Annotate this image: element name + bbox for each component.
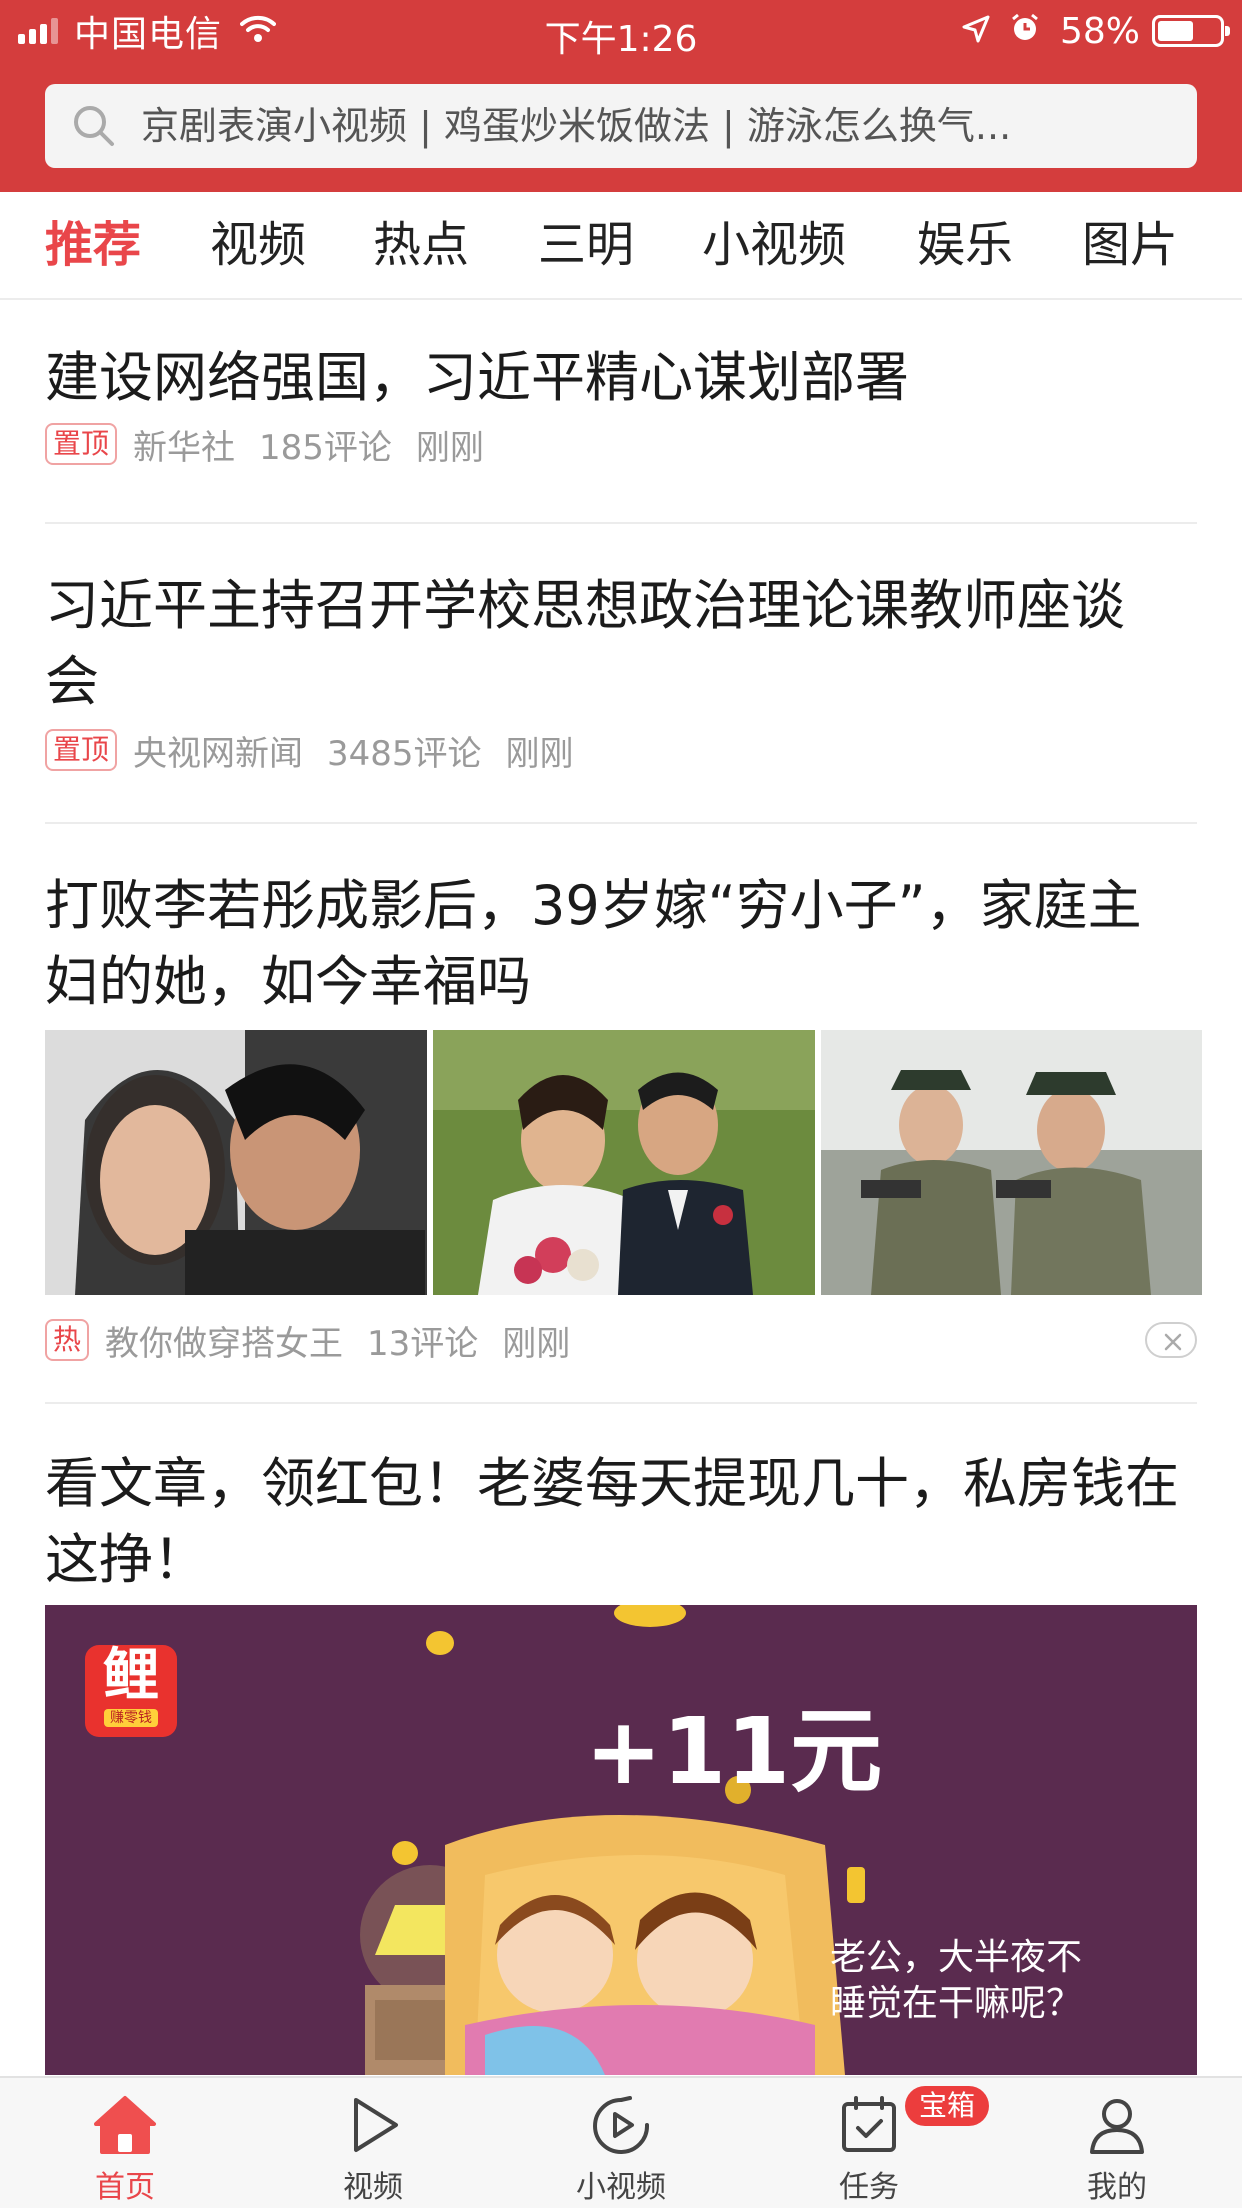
tab-video[interactable]: 视频 <box>210 192 306 298</box>
news-source: 新华社 <box>133 427 236 468</box>
news-item[interactable]: 习近平主持召开学校思想政治理论课教师座谈会 置顶 央视网新闻 3485评论 刚刚 <box>45 568 1197 774</box>
comment-count: 3485评论 <box>327 733 482 774</box>
news-source: 教你做穿搭女王 <box>105 1323 344 1364</box>
news-source: 央视网新闻 <box>133 733 304 774</box>
tab-recommend[interactable]: 推荐 <box>45 192 141 298</box>
publish-time: 刚刚 <box>502 1323 571 1364</box>
pinned-badge: 置顶 <box>45 729 118 771</box>
comment-count: 185评论 <box>259 427 392 468</box>
pinned-badge: 置顶 <box>45 423 118 465</box>
treasure-chest-badge[interactable]: 宝箱 <box>905 2086 990 2126</box>
ad-banner[interactable]: 鲤 赚零钱 +11元 老公，大半夜不 睡觉在干嘛呢？ <box>45 1605 1197 2075</box>
publish-time: 刚刚 <box>505 733 574 774</box>
nav-short-video[interactable]: 小视频 <box>541 2078 701 2208</box>
comment-count: 13评论 <box>367 1323 479 1364</box>
close-icon <box>1164 1333 1182 1351</box>
header: 中国电信 下午1:26 58% 京剧表演小视频 | 鸡蛋炒米饭做法 | 游泳怎么… <box>0 0 1242 192</box>
search-icon <box>71 103 117 153</box>
status-right: 58% <box>962 10 1230 52</box>
banner-amount: +11元 <box>585 1698 883 1805</box>
nav-video[interactable]: 视频 <box>293 2078 453 2208</box>
news-photo[interactable] <box>821 1030 1202 1295</box>
tab-short-video[interactable]: 小视频 <box>702 192 846 298</box>
news-title[interactable]: 打败李若彤成影后，39岁嫁“穷小子”，家庭主妇的她，如今幸福吗 <box>45 868 1185 1020</box>
nav-home[interactable]: 首页 <box>45 2078 205 2208</box>
tab-sanming[interactable]: 三明 <box>538 192 634 298</box>
battery-percent: 58% <box>1059 10 1140 52</box>
search-input-placeholder[interactable]: 京剧表演小视频 | 鸡蛋炒米饭做法 | 游泳怎么换气... <box>141 84 1157 168</box>
news-meta-row: 热 教你做穿搭女王 13评论 刚刚 <box>45 1316 1197 1364</box>
tab-hot[interactable]: 热点 <box>373 192 469 298</box>
status-bar: 中国电信 下午1:26 58% <box>0 0 1242 62</box>
task-icon <box>838 2094 900 2160</box>
banner-quote: 老公，大半夜不 睡觉在干嘛呢？ <box>830 1937 1083 2024</box>
short-video-icon <box>590 2094 652 2160</box>
news-item[interactable]: 打败李若彤成影后，39岁嫁“穷小子”，家庭主妇的她，如今幸福吗 <box>45 868 1197 1020</box>
brand-logo: 鲤 赚零钱 <box>85 1645 177 1737</box>
divider <box>45 822 1197 824</box>
alarm-icon <box>1010 11 1040 52</box>
tab-pictures[interactable]: 图片 <box>1082 192 1178 298</box>
publish-time: 刚刚 <box>415 427 484 468</box>
news-title[interactable]: 建设网络强国，习近平精心谋划部署 <box>45 340 1197 416</box>
tab-entertainment[interactable]: 娱乐 <box>917 192 1013 298</box>
ad-item[interactable]: 看文章，领红包！老婆每天提现几十，私房钱在这挣！ <box>45 1446 1197 1598</box>
news-photo[interactable] <box>45 1030 427 1295</box>
news-item[interactable]: 建设网络强国，习近平精心谋划部署 置顶 新华社 185评论 刚刚 <box>45 340 1197 468</box>
dismiss-button[interactable] <box>1145 1322 1197 1358</box>
hot-badge: 热 <box>45 1319 90 1361</box>
category-tabs: 推荐 视频 热点 三明 小视频 娱乐 图片 <box>0 192 1242 300</box>
bottom-nav: 首页 视频 小视频 任务 我的 <box>0 2076 1242 2208</box>
home-icon <box>92 2094 158 2160</box>
divider <box>45 1402 1197 1404</box>
search-bar[interactable]: 京剧表演小视频 | 鸡蛋炒米饭做法 | 游泳怎么换气... <box>45 84 1197 168</box>
play-icon <box>342 2094 404 2160</box>
news-photo-strip[interactable] <box>45 1030 1202 1295</box>
ad-title[interactable]: 看文章，领红包！老婆每天提现几十，私房钱在这挣！ <box>45 1446 1185 1598</box>
news-meta: 热 教你做穿搭女王 13评论 刚刚 <box>45 1316 1197 1364</box>
divider <box>45 522 1197 524</box>
profile-icon <box>1086 2094 1148 2160</box>
battery-icon <box>1152 15 1230 47</box>
nav-profile[interactable]: 我的 <box>1037 2078 1197 2208</box>
news-meta: 置顶 新华社 185评论 刚刚 <box>45 420 1197 468</box>
news-meta: 置顶 央视网新闻 3485评论 刚刚 <box>45 726 1197 774</box>
news-photo[interactable] <box>433 1030 815 1295</box>
news-title[interactable]: 习近平主持召开学校思想政治理论课教师座谈会 <box>45 568 1155 720</box>
location-arrow-icon <box>962 11 990 52</box>
